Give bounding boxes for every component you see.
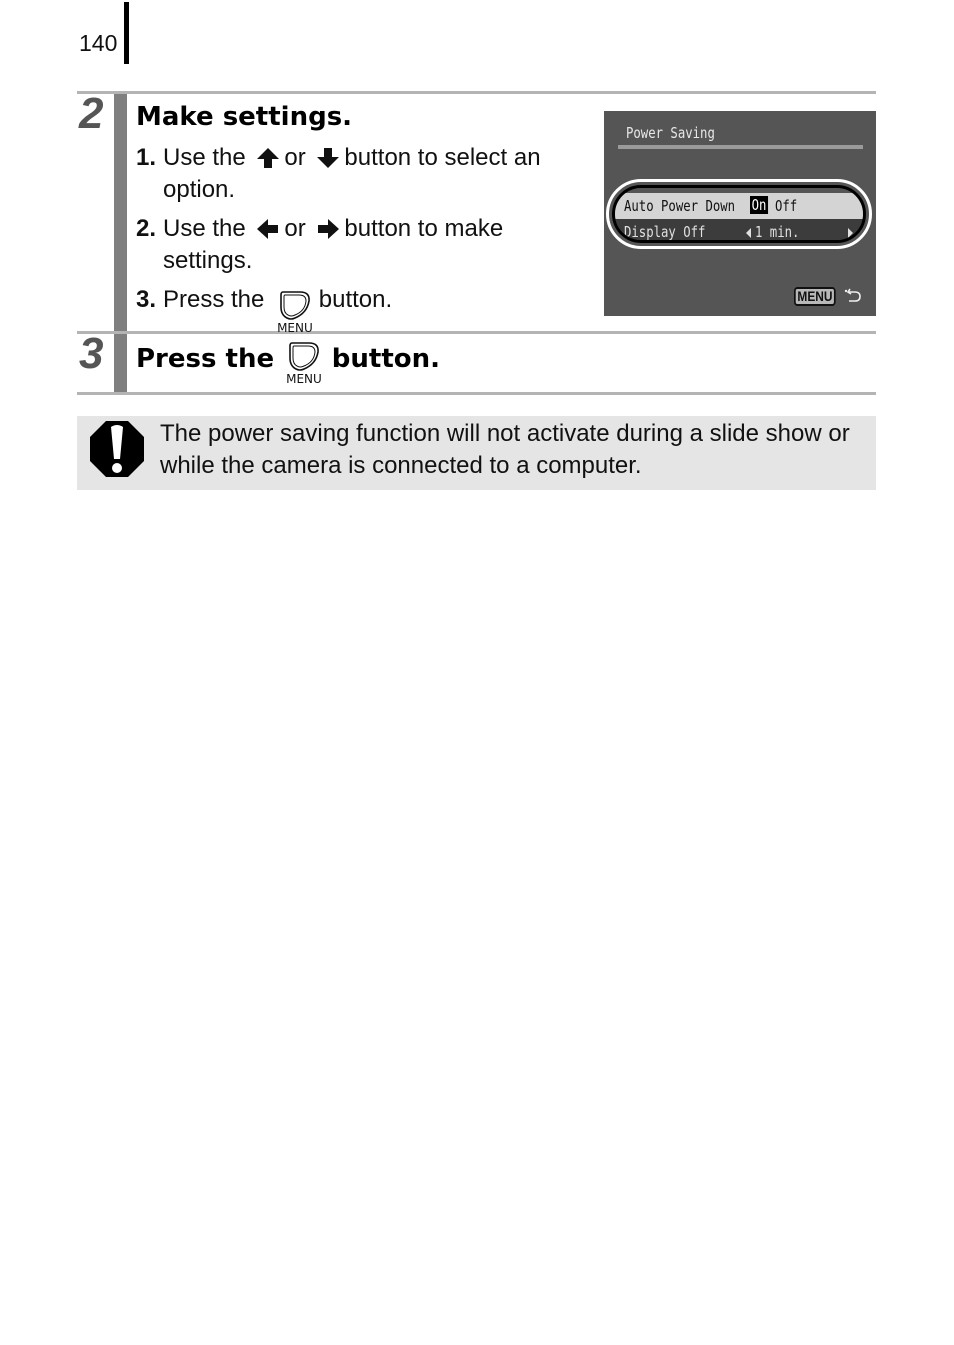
substep: 3. Press the MENU button. <box>136 284 596 334</box>
menu-row-label: Display Off <box>624 223 706 241</box>
step-title-text: Press the <box>136 344 275 374</box>
step-title: Press the MENU button. <box>136 342 441 385</box>
caution-note: The power saving function will not activ… <box>77 416 876 490</box>
substep-text: option. <box>163 176 236 203</box>
menu-row-display-off: Display Off 1 min. <box>615 219 863 241</box>
page-number: 140 <box>79 30 118 56</box>
substep: 1. Use the or button to select an option. <box>136 142 596 206</box>
camera-screen-title: Power Saving <box>626 124 715 142</box>
left-triangle-icon <box>746 228 751 238</box>
menu-row-value: 1 min. <box>755 223 800 241</box>
caution-icon <box>90 421 144 477</box>
substep-text: Use the <box>163 215 246 242</box>
step-bar <box>114 94 127 331</box>
substep-number: 1. <box>136 144 157 171</box>
option-on-selected: On <box>750 196 769 214</box>
left-arrow-icon <box>257 219 279 239</box>
menu-row-label: Auto Power Down <box>624 197 736 215</box>
camera-screen-title-rule <box>618 145 863 149</box>
step-number: 2 <box>79 89 104 138</box>
camera-screen: Power Saving Auto Power Down On Off Disp… <box>604 111 876 316</box>
divider <box>77 392 876 395</box>
menu-button-icon: MENU <box>286 340 322 385</box>
right-triangle-icon <box>848 228 853 238</box>
highlight-ring: Auto Power Down On Off Display Off 1 min… <box>606 179 872 249</box>
substep-text: button. <box>318 286 393 313</box>
menu-button-icon: MENU <box>277 289 313 334</box>
step-title: Make settings. <box>136 102 353 132</box>
substep-text: settings. <box>163 247 253 274</box>
substep-text: Press the <box>163 286 265 313</box>
step-number: 3 <box>79 329 104 378</box>
caution-text: The power saving function will not activ… <box>160 420 850 479</box>
menu-key-label: MENU <box>794 287 836 306</box>
menu-button-label: MENU <box>286 372 322 386</box>
menu-button-label: MENU <box>277 321 313 335</box>
down-arrow-icon <box>317 148 340 168</box>
page-number-bar <box>124 2 129 64</box>
up-arrow-icon <box>257 148 280 168</box>
option-off: Off <box>775 197 798 215</box>
step-title-text: button. <box>331 344 441 374</box>
divider <box>77 91 876 94</box>
substep-text: button to make <box>344 215 504 242</box>
substep-text: button to select an <box>344 144 541 171</box>
substep: 2. Use the or button to make settings. <box>136 213 596 277</box>
substep-text: or <box>284 144 306 171</box>
return-icon <box>844 287 862 307</box>
substep-text: or <box>284 215 306 242</box>
substep-text: Use the <box>163 144 246 171</box>
substep-number: 2. <box>136 215 157 242</box>
right-arrow-icon <box>318 219 340 239</box>
step-bar <box>114 334 127 392</box>
menu-row-auto-power-down: Auto Power Down On Off <box>615 193 863 219</box>
substep-number: 3. <box>136 286 157 313</box>
